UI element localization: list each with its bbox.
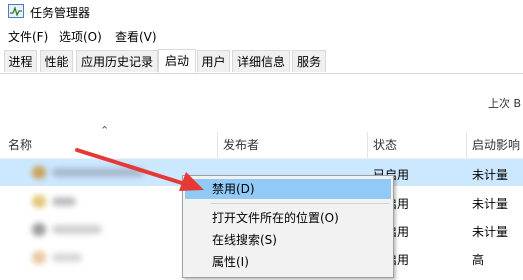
annotation-arrow-icon (75, 148, 204, 191)
